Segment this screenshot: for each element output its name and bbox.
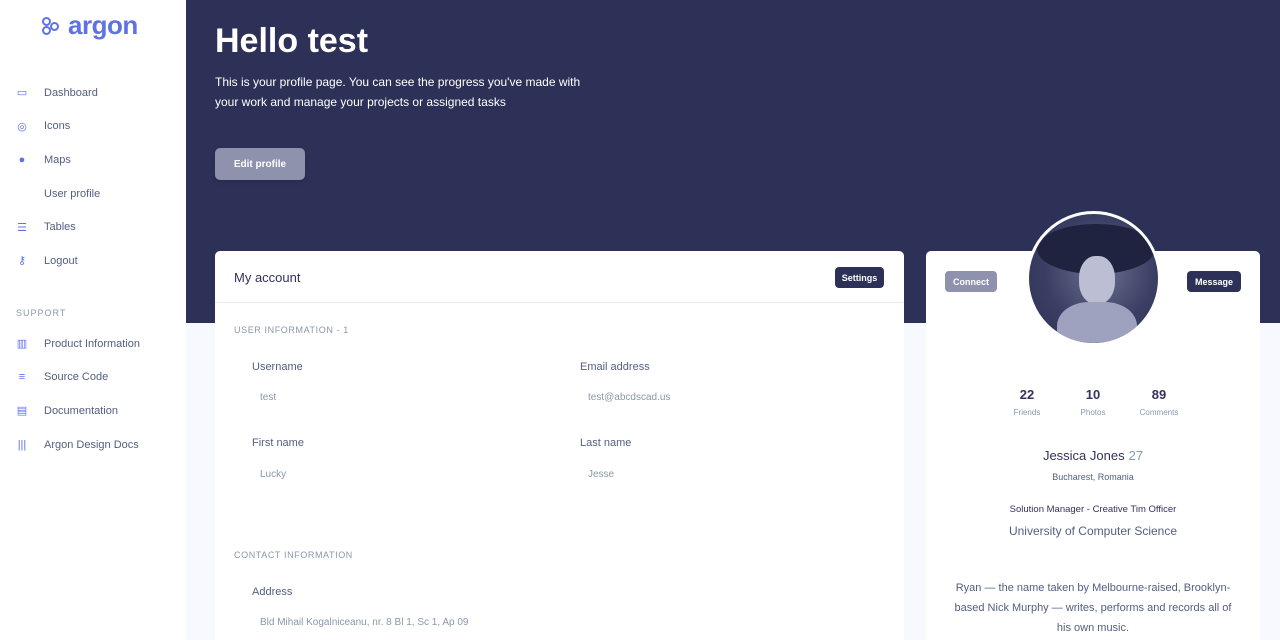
profile-job: Solution Manager - Creative Tim Officer: [1009, 504, 1177, 515]
code-icon: ≡: [18, 371, 26, 384]
stat-photos: 10 Photos: [1060, 387, 1126, 417]
account-title: My account: [234, 270, 301, 285]
settings-button[interactable]: Settings: [835, 267, 884, 288]
sidebar-item-user-profile[interactable]: User profile: [0, 177, 186, 211]
profile-school: University of Computer Science: [1008, 524, 1178, 538]
profile-name-text: Jessica Jones: [1042, 448, 1125, 463]
sidebar-item-icons[interactable]: ◎ Icons: [0, 110, 186, 144]
sidebar-item-label: Maps: [44, 153, 71, 166]
edit-profile-button[interactable]: Edit profile: [215, 148, 305, 180]
stat-value: 89: [1151, 387, 1167, 402]
stat-label: Comments: [1139, 408, 1179, 417]
avatar[interactable]: [1026, 211, 1161, 346]
sidebar-item-product-information[interactable]: ▥ Product Information: [0, 327, 186, 361]
first-name-field[interactable]: Lucky: [260, 469, 286, 480]
email-field[interactable]: test@abcdscad.us: [588, 392, 670, 403]
sidebar-item-tables[interactable]: ☰ Tables: [0, 210, 186, 244]
contact-information-heading: CONTACT INFORMATION: [234, 550, 353, 560]
brand-logo[interactable]: argon: [40, 10, 138, 41]
sidebar-item-dashboard[interactable]: ▭ Dashboard: [0, 76, 186, 110]
sidebar: argon ▭ Dashboard ◎ Icons ● Maps User pr…: [0, 0, 186, 640]
sidebar-item-logout[interactable]: ⚷ Logout: [0, 244, 186, 278]
stat-value: 22: [1019, 387, 1035, 402]
user-information-heading: USER INFORMATION - 1: [234, 325, 349, 335]
stat-label: Friends: [1013, 408, 1041, 417]
address-field[interactable]: Bld Mihail Kogalniceanu, nr. 8 Bl 1, Sc …: [260, 617, 468, 628]
username-field[interactable]: test: [260, 392, 276, 403]
last-name-field[interactable]: Jesse: [588, 469, 614, 480]
sidebar-item-documentation[interactable]: ▤ Documentation: [0, 394, 186, 428]
sidebar-item-label: Documentation: [44, 404, 118, 417]
last-name-label: Last name: [580, 437, 632, 449]
planet-icon: ◎: [17, 120, 27, 133]
sidebar-item-argon-design-docs[interactable]: ||| Argon Design Docs: [0, 428, 186, 462]
profile-age: 27: [1128, 448, 1144, 463]
sidebar-item-label: Tables: [44, 221, 76, 234]
sidebar-item-source-code[interactable]: ≡ Source Code: [0, 361, 186, 395]
tv-icon: ▭: [16, 87, 28, 100]
book-icon: ▥: [16, 338, 28, 351]
email-label: Email address: [580, 361, 650, 373]
support-heading: SUPPORT: [16, 308, 67, 318]
stat-comments: 89 Comments: [1126, 387, 1192, 417]
list-icon: ☰: [17, 221, 27, 234]
library-icon: |||: [17, 438, 27, 451]
sidebar-item-maps[interactable]: ● Maps: [0, 143, 186, 177]
sidebar-item-label: Argon Design Docs: [44, 438, 139, 451]
username-label: Username: [252, 361, 303, 373]
brand-name: argon: [68, 10, 138, 40]
profile-location: Bucharest, Romania: [1052, 472, 1134, 482]
sidebar-item-label: User profile: [44, 187, 101, 200]
book-open-icon: ▤: [16, 405, 28, 418]
stat-label: Photos: [1080, 408, 1106, 417]
profile-name: Jessica Jones 27: [926, 448, 1260, 463]
page-title: Hello test: [215, 22, 369, 60]
support-nav: ▥ Product Information ≡ Source Code ▤ Do…: [0, 327, 186, 461]
stat-value: 10: [1085, 387, 1101, 402]
sidebar-item-label: Logout: [44, 254, 78, 267]
profile-bio: Ryan — the name taken by Melbourne-raise…: [954, 582, 1232, 634]
argon-logo-icon: [40, 14, 62, 38]
user-icon: [16, 188, 28, 200]
pin-icon: ●: [18, 153, 26, 166]
address-label: Address: [252, 586, 293, 598]
sidebar-item-label: Product Information: [44, 337, 140, 350]
message-button[interactable]: Message: [1187, 271, 1241, 292]
header-intro: This is your profile page. You can see t…: [215, 75, 581, 109]
account-card-header: My account Settings: [215, 251, 904, 303]
key-icon: ⚷: [17, 255, 27, 268]
stat-friends: 22 Friends: [994, 387, 1060, 417]
first-name-label: First name: [252, 437, 304, 449]
sidebar-nav: ▭ Dashboard ◎ Icons ● Maps User profile …: [0, 76, 186, 278]
profile-stats: 22 Friends 10 Photos 89 Comments: [926, 387, 1260, 417]
connect-button[interactable]: Connect: [945, 271, 997, 292]
account-card: My account Settings USER INFORMATION - 1…: [215, 251, 904, 640]
sidebar-item-label: Icons: [44, 120, 71, 133]
sidebar-item-label: Dashboard: [44, 86, 98, 99]
sidebar-item-label: Source Code: [44, 371, 109, 384]
